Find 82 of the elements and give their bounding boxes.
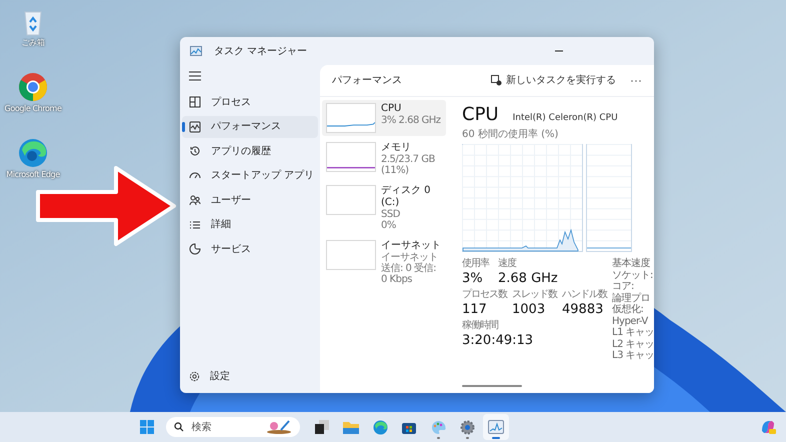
- spec-label: ソケット:: [612, 270, 654, 281]
- running-indicator: [436, 437, 440, 439]
- usage-thumbnail: [326, 185, 376, 215]
- stat-label: ハンドル数: [562, 289, 607, 301]
- settings-icon: [189, 370, 200, 382]
- stat-value: 117: [462, 301, 487, 318]
- selection-indicator: [182, 122, 184, 132]
- running-indicator: [492, 437, 500, 439]
- spec-label: 論理プロ: [612, 292, 651, 304]
- start-icon[interactable]: [140, 420, 154, 434]
- new-task-button[interactable]: 新しいタスクを実行する: [491, 73, 616, 88]
- users-icon: [189, 194, 201, 206]
- task-view-icon: [315, 420, 329, 434]
- history-icon: [189, 145, 201, 157]
- resource-detail: SSD: [381, 209, 401, 220]
- copilot-icon[interactable]: [760, 419, 776, 435]
- stat-label: 速度: [498, 258, 516, 270]
- spec-label: Hyper-V: [612, 316, 649, 327]
- resource-detail: 3% 2.68 GHz: [381, 115, 441, 126]
- resource-name: CPU: [381, 103, 402, 115]
- usage-line: [327, 167, 375, 168]
- window-title: タスク マネージャー: [214, 44, 308, 58]
- list-icon: [189, 218, 201, 230]
- stat-value: 1003: [512, 301, 546, 318]
- grid-icon: [189, 96, 201, 108]
- stat-value: 49883: [562, 301, 604, 318]
- resource-item[interactable]: メモリ 2.5/23.7 GB (11%): [322, 139, 446, 179]
- cpu-model: Intel(R) Celeron(R) CPU: [512, 112, 618, 124]
- chrome-logo-icon: [18, 72, 48, 102]
- stat-value: 3%: [462, 270, 483, 287]
- resource-name: ディスク 0 (C:): [381, 185, 432, 209]
- spec-label: 仮想化:: [612, 304, 644, 316]
- stat-label: スレッド数: [512, 289, 557, 301]
- sidebar-item[interactable]: ユーザー: [182, 189, 318, 211]
- resource-detail: イーサネット: [381, 252, 439, 263]
- stat-value: 3:20:49:13: [462, 332, 534, 349]
- edge-logo-icon: [372, 420, 388, 434]
- task-manager-icon: [488, 420, 504, 434]
- page-title: パフォーマンス: [332, 74, 403, 88]
- settings-item[interactable]: 設定: [180, 365, 320, 387]
- running-indicator: [466, 437, 468, 439]
- resource-item[interactable]: イーサネット イーサネット 送信: 0 受信: 0 Kbps: [322, 237, 446, 288]
- app-icon: [190, 46, 202, 56]
- spec-label: L1 キャッ: [612, 327, 654, 338]
- sidebar-item[interactable]: プロセス: [182, 91, 318, 113]
- resource-item[interactable]: ディスク 0 (C:) SSD 0%: [322, 182, 446, 234]
- sidebar-item[interactable]: アプリの履歴: [182, 140, 318, 162]
- settings-icon: [460, 420, 474, 434]
- new-task-icon: [491, 75, 502, 86]
- resource-detail: 0%: [381, 220, 397, 231]
- spec-label: 基本速度: [612, 258, 651, 270]
- usage-thumbnail: [326, 240, 376, 270]
- scrollbar[interactable]: [462, 385, 522, 387]
- spec-label: コア:: [612, 281, 635, 292]
- search-icon: [174, 422, 184, 432]
- sidebar-item[interactable]: サービス: [182, 238, 318, 260]
- blossom-icon: [266, 420, 292, 434]
- sidebar-item[interactable]: スタートアップ アプリ: [182, 164, 318, 186]
- usage-line: [326, 122, 376, 126]
- stat-label: プロセス数: [462, 289, 507, 301]
- palette-icon: [430, 420, 446, 434]
- folder-icon: [343, 420, 359, 434]
- more-icon[interactable]: [630, 78, 642, 82]
- resource-detail: 送信: 0 受信: 0 Kbps: [381, 263, 437, 285]
- stat-value: 2.68 GHz: [498, 270, 558, 287]
- search-field[interactable]: 検索: [166, 417, 300, 437]
- resource-name: メモリ: [381, 142, 412, 154]
- detail-title: CPU: [462, 105, 499, 125]
- spec-label: L2 キャッ: [612, 338, 654, 350]
- graph-icon: [189, 120, 201, 132]
- graph-label: 60 秒間の使用率 (%): [462, 128, 560, 142]
- stat-label: 使用率: [462, 258, 489, 270]
- sidebar-item[interactable]: 詳細: [182, 214, 318, 236]
- resource-name: イーサネット: [381, 240, 442, 252]
- menu-icon[interactable]: [189, 71, 201, 81]
- spec-label: L3 キャッ: [612, 350, 654, 362]
- edge-logo-icon: [18, 138, 48, 168]
- resource-detail: 2.5/23.7 GB (11%): [381, 154, 436, 176]
- sidebar-item[interactable]: パフォーマンス: [182, 116, 318, 138]
- stat-label: 稼働時間: [462, 320, 498, 332]
- resource-item[interactable]: CPU 3% 2.68 GHz: [322, 100, 446, 136]
- store-bag-icon: [402, 420, 416, 434]
